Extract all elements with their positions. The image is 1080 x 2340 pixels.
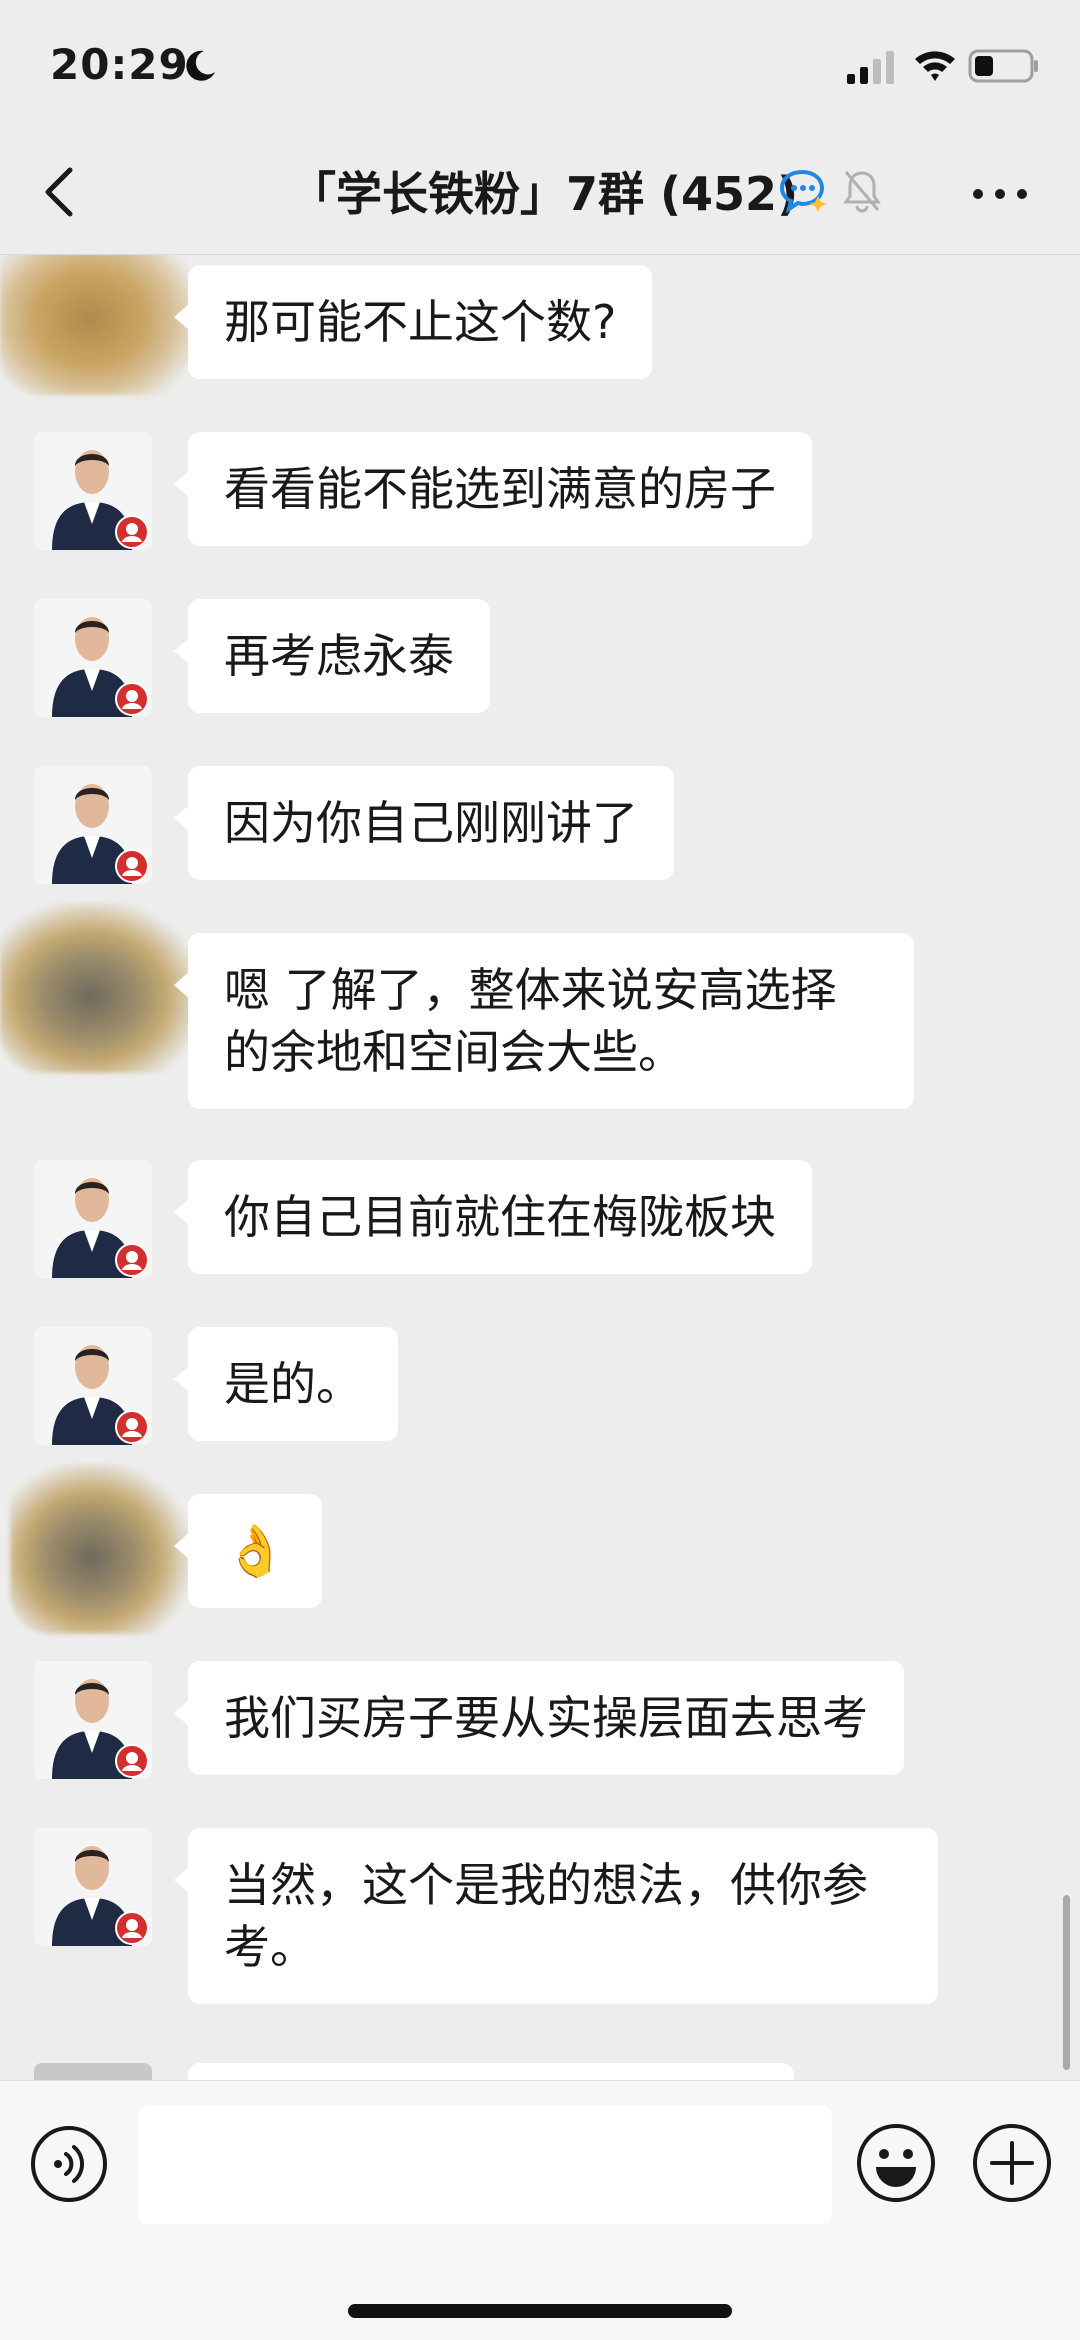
plus-icon[interactable] xyxy=(972,2123,1052,2203)
home-indicator[interactable] xyxy=(348,2304,732,2318)
avatar-agent[interactable] xyxy=(34,432,152,550)
scrollbar-thumb[interactable] xyxy=(1063,1895,1070,2070)
battery-icon xyxy=(968,49,1038,83)
avatar-blurred[interactable] xyxy=(10,1464,190,1634)
avatar-blurred[interactable] xyxy=(0,903,200,1073)
status-bar: 20:29 xyxy=(0,0,1080,130)
message-bubble[interactable]: 因为你自己刚刚讲了 xyxy=(174,766,674,880)
avatar-agent[interactable] xyxy=(34,766,152,884)
message-bubble-partial[interactable] xyxy=(188,2063,794,2080)
message-input[interactable] xyxy=(138,2106,832,2224)
avatar-agent[interactable] xyxy=(34,1661,152,1779)
moon-icon xyxy=(186,50,215,81)
message-bubble[interactable]: 再考虑永泰 xyxy=(174,599,490,713)
more-options-icon[interactable] xyxy=(970,186,1030,202)
avatar-blurred[interactable] xyxy=(0,255,200,395)
wifi-icon xyxy=(915,51,955,81)
avatar-agent[interactable] xyxy=(34,1327,152,1445)
cellular-signal-icon xyxy=(847,51,894,84)
avatar-agent[interactable] xyxy=(34,1160,152,1278)
message-bubble-emoji[interactable]: 👌 xyxy=(174,1494,322,1608)
message-bubble[interactable]: 看看能不能选到满意的房子 xyxy=(174,432,812,546)
input-bar xyxy=(0,2080,1080,2340)
message-bubble[interactable]: 我们买房子要从实操层面去思考 xyxy=(174,1661,904,1775)
emoji-face-icon[interactable] xyxy=(856,2123,936,2203)
message-bubble[interactable]: 当然，这个是我的想法，供你参考。 xyxy=(174,1828,938,2004)
message-bubble[interactable]: 是的。 xyxy=(174,1327,398,1441)
muted-bell-icon xyxy=(843,171,881,213)
ai-chat-bubble-icon[interactable] xyxy=(778,166,828,216)
message-bubble[interactable]: 那可能不止这个数? xyxy=(173,265,653,379)
chat-header: 「学长铁粉」7群 (452) xyxy=(0,130,1080,255)
avatar-agent[interactable] xyxy=(34,1828,152,1946)
message-list[interactable]: 那可能不止这个数? 看看能不能选到满意的房子 再考虑永泰 因为你自己刚刚讲了 嗯… xyxy=(0,255,1080,2080)
avatar-partial[interactable] xyxy=(34,2063,152,2080)
avatar-agent[interactable] xyxy=(34,599,152,717)
chat-title: 「学长铁粉」7群 (452) xyxy=(290,167,799,221)
message-bubble[interactable]: 嗯 了解了，整体来说安高选择的余地和空间会大些。 xyxy=(174,933,914,1109)
back-chevron-icon[interactable] xyxy=(40,162,80,222)
message-bubble[interactable]: 你自己目前就住在梅陇板块 xyxy=(174,1160,812,1274)
status-time: 20:29 xyxy=(50,40,189,89)
voice-input-icon[interactable] xyxy=(30,2125,108,2203)
